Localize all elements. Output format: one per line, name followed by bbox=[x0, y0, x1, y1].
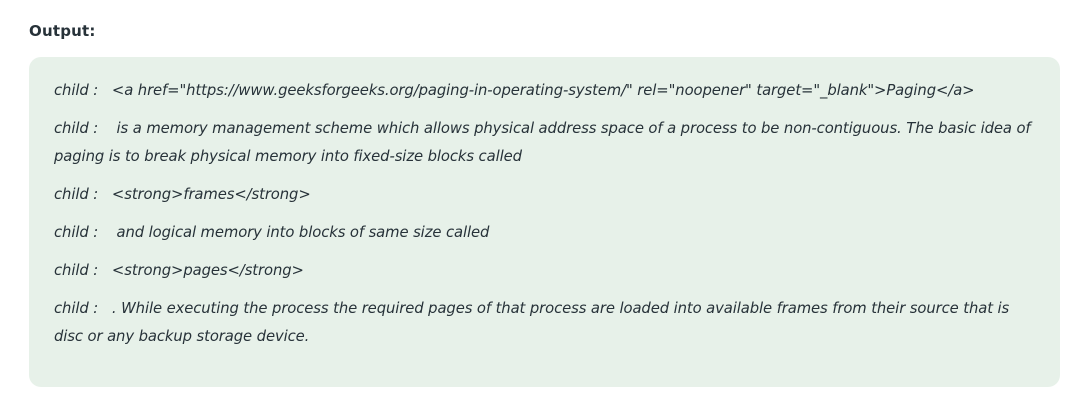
output-line: child : <a href="https://www.geeksforgee… bbox=[54, 82, 975, 99]
output-block: child : <a href="https://www.geeksforgee… bbox=[29, 57, 1060, 387]
output-line: child : <strong>pages</strong> bbox=[54, 262, 304, 279]
output-line: child : . While executing the process th… bbox=[54, 300, 1014, 345]
output-heading: Output: bbox=[29, 22, 96, 40]
output-line: child : is a memory management scheme wh… bbox=[54, 120, 1036, 165]
output-line: child : and logical memory into blocks o… bbox=[54, 224, 490, 241]
output-line: child : <strong>frames</strong> bbox=[54, 186, 311, 203]
